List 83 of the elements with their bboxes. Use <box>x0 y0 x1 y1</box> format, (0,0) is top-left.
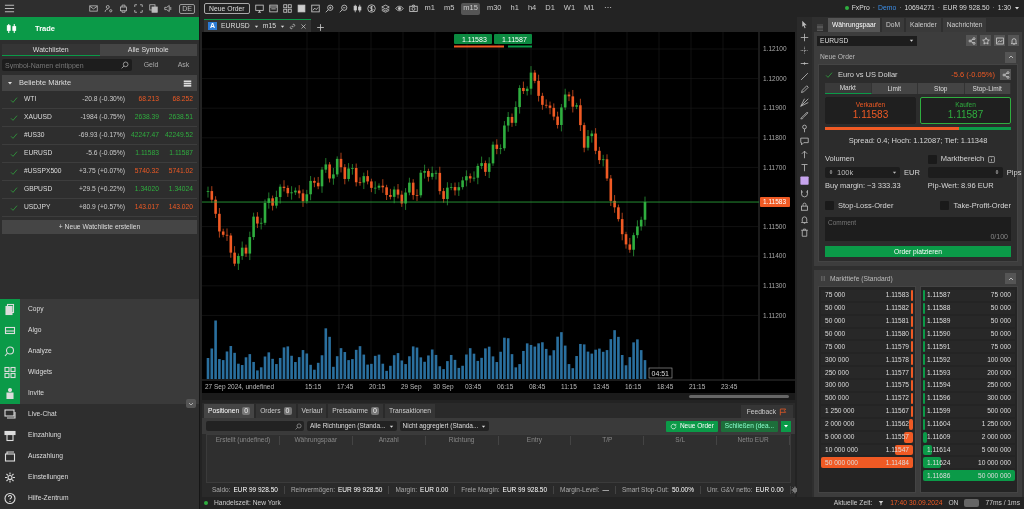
filter-icon[interactable] <box>878 500 885 506</box>
caret-down-icon <box>892 169 897 175</box>
magnet-icon[interactable] <box>800 189 809 198</box>
mail-icon[interactable] <box>89 4 99 13</box>
caret-down-icon <box>253 23 259 29</box>
star-button[interactable] <box>980 35 991 46</box>
caret-down-icon[interactable] <box>1014 5 1020 12</box>
share-icon <box>1001 70 1010 79</box>
pin-icon[interactable] <box>800 124 809 133</box>
text-icon[interactable] <box>800 163 809 172</box>
sell-volume-bar <box>454 45 504 48</box>
eye-icon[interactable] <box>394 4 404 13</box>
color-swatch-icon[interactable] <box>800 176 809 185</box>
expand-icon[interactable] <box>134 4 144 13</box>
share-button[interactable] <box>966 35 977 46</box>
caret-down-icon <box>783 423 789 429</box>
chart-window-icon <box>995 36 1004 45</box>
brush-icon[interactable] <box>800 111 809 120</box>
close-icon[interactable] <box>300 22 307 30</box>
trash-icon[interactable] <box>800 228 809 237</box>
status-dot <box>204 501 208 505</box>
scrollbar-thumb[interactable] <box>689 395 789 398</box>
zoom-out-icon[interactable] <box>338 4 348 13</box>
caret-down-icon <box>481 423 487 429</box>
person-gear-icon[interactable] <box>104 4 114 13</box>
square-icon[interactable] <box>296 4 306 13</box>
window-list-icon[interactable] <box>268 4 278 13</box>
cursor-icon[interactable] <box>800 20 809 29</box>
stepper-icon <box>828 169 834 176</box>
pencil-icon[interactable] <box>800 85 809 94</box>
plus-icon[interactable] <box>316 23 325 32</box>
fan-lines-icon[interactable] <box>800 98 809 107</box>
collapse-button[interactable] <box>1005 51 1016 63</box>
link-icon[interactable] <box>289 22 296 30</box>
bell-button[interactable] <box>1008 35 1019 46</box>
star-icon <box>981 36 990 45</box>
share-icon <box>967 36 976 45</box>
menu-icon[interactable] <box>4 3 15 14</box>
flag-icon <box>779 407 787 416</box>
dotted-cross-icon[interactable] <box>800 46 809 55</box>
horizontal-scrollbar[interactable] <box>202 393 795 400</box>
zoom-in-icon[interactable] <box>324 4 334 13</box>
grip-icon[interactable] <box>814 24 826 32</box>
list-icon[interactable] <box>183 78 192 88</box>
grid-icon[interactable] <box>282 4 292 13</box>
refresh-icon <box>669 422 677 430</box>
crosshair-icon[interactable] <box>800 33 809 42</box>
trend-line-icon[interactable] <box>800 72 809 81</box>
speaker-icon[interactable] <box>164 4 174 13</box>
caret-down-icon <box>388 423 394 429</box>
candles-icon[interactable] <box>352 4 362 13</box>
grip-icon[interactable] <box>820 274 826 284</box>
pips-field[interactable] <box>927 166 1003 178</box>
stepper-icon <box>993 169 1000 176</box>
candles-icon <box>6 23 17 34</box>
info-icon[interactable] <box>988 155 996 163</box>
bell-icon[interactable] <box>800 215 809 224</box>
bell-icon <box>1009 36 1018 45</box>
chart-window-icon[interactable] <box>310 4 320 13</box>
caret-down-icon <box>280 23 285 29</box>
dollar-circle-icon[interactable] <box>366 4 376 13</box>
camera-icon[interactable] <box>408 4 418 13</box>
positions-search-field[interactable] <box>206 421 304 431</box>
buy-volume-bar <box>508 45 532 48</box>
collapse-button[interactable] <box>186 399 196 408</box>
caret-down-icon <box>909 38 914 43</box>
collapse-button[interactable] <box>1005 273 1016 285</box>
chevron-up-icon <box>1006 53 1015 61</box>
search-icon <box>295 422 302 430</box>
arrow-up-icon[interactable] <box>800 150 809 159</box>
settings-icon[interactable] <box>790 486 799 494</box>
toggle-switch[interactable] <box>964 499 980 507</box>
windows-icon[interactable] <box>149 4 159 13</box>
close-menu-toggle[interactable] <box>781 420 791 432</box>
search-icon <box>121 61 129 69</box>
check-icon <box>825 70 833 79</box>
lock-icon[interactable] <box>800 202 809 211</box>
share-button[interactable] <box>1000 69 1011 80</box>
printer-icon[interactable] <box>119 4 129 13</box>
chart-window-button[interactable] <box>994 35 1005 46</box>
speech-bubble-icon[interactable] <box>800 137 809 146</box>
layers-icon[interactable] <box>380 4 390 13</box>
monitor-icon[interactable] <box>254 4 264 13</box>
